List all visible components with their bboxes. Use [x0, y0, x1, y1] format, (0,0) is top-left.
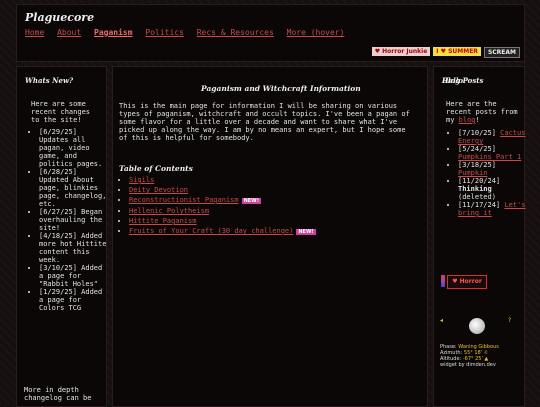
moon-widget: ◂ ? Phase: Waning Gibbous Azimuth: 55° 1…	[440, 316, 515, 376]
toc-link-hellenic[interactable]: Hellenic Polytheism	[129, 207, 209, 215]
toc-item: Deity Devotion	[129, 185, 316, 195]
toc-link-sigils[interactable]: Sigils	[129, 176, 154, 184]
post-date: [5/24/25]	[458, 145, 496, 153]
hello-title: Hello!	[442, 76, 467, 85]
horror-junkie-badge: ♥ Horror Junkie	[371, 47, 431, 56]
site-header: Plaguecore Home About Paganism Politics …	[16, 4, 525, 62]
blog-post-list: [7/10/25] Cactus Energy [5/24/25] Pumpki…	[448, 129, 528, 217]
toc-item: Fruits of Your Craft (30 day challenge)N…	[129, 226, 316, 237]
whats-new-title: Whats New?	[25, 76, 74, 85]
stamp-badges: ♥ Horror Junkie I ♥ SUMMER SCREAM	[371, 47, 520, 58]
post-date: [7/10/25]	[458, 129, 496, 137]
post-note: (deleted)	[458, 193, 496, 201]
post-date: [3/18/25]	[458, 161, 496, 169]
changelog-more-text: More in depth changelog can be	[24, 386, 92, 402]
nav-home[interactable]: Home	[25, 28, 44, 37]
nav-more[interactable]: More (hover)	[287, 28, 345, 37]
site-title: Plaguecore	[25, 11, 95, 24]
toc-title: Table of Contents	[119, 164, 193, 173]
nav-about[interactable]: About	[57, 28, 81, 37]
toc-link-hittite[interactable]: Hittite Paganism	[129, 217, 196, 225]
moon-help-icon[interactable]: ?	[508, 317, 511, 324]
toc-list: Sigils Deity Devotion Reconstructionist …	[119, 175, 316, 237]
list-item: [4/18/25] Added more hot Hittite content…	[39, 232, 107, 264]
new-badge: NEW!	[296, 229, 316, 235]
toc-item: Sigils	[129, 175, 316, 185]
moon-credit: widget by dimden.dev	[440, 362, 496, 368]
scream-badge: SCREAM	[483, 47, 520, 58]
main-content-panel: Paganism and Witchcraft Information This…	[112, 66, 428, 407]
list-item: [6/29/25] Updates all pagan, video game,…	[39, 128, 107, 168]
list-item: [11/17/24] Let's bring it	[458, 201, 528, 217]
list-item: [6/28/25] Updated About page, blinkies p…	[39, 168, 107, 208]
list-item: [3/10/25] Added a page for "Rabbit Holes…	[39, 264, 107, 288]
moon-info: Phase: Waning Gibbous Azimuth: 55° 18' ♌…	[440, 344, 499, 368]
page-title: Paganism and Witchcraft Information	[201, 84, 361, 93]
toc-link-fruits-of-craft[interactable]: Fruits of Your Craft (30 day challenge)	[129, 227, 293, 235]
summer-badge: I ♥ SUMMER	[433, 47, 481, 56]
list-item: [11/20/24] Thinking (deleted)	[458, 177, 528, 201]
intro-paragraph: This is the main page for information I …	[119, 102, 410, 142]
nav-paganism[interactable]: Paganism	[94, 28, 133, 37]
new-badge: NEW!	[241, 198, 261, 204]
toc-link-deity-devotion[interactable]: Deity Devotion	[129, 186, 188, 194]
post-date: [11/17/24]	[458, 201, 501, 209]
whats-new-intro: Here are some recent changes to the site…	[31, 100, 91, 124]
toc-link-reconstructionist[interactable]: Reconstructionist Paganism	[129, 196, 239, 204]
list-item: [7/10/25] Cactus Energy	[458, 129, 528, 145]
changelog-list: [6/29/25] Updates all pagan, video game,…	[28, 128, 107, 312]
list-item: [3/18/25] Pumpkin	[458, 161, 528, 177]
blog-intro: Here are the recent posts from my blog!	[446, 100, 518, 124]
list-item: [6/27/25] Began overhauling the site!	[39, 208, 107, 232]
post-link[interactable]: Pumpkins Part 1	[458, 153, 521, 161]
post-date: [11/20/24]	[458, 177, 501, 185]
list-item: [5/24/25] Pumpkins Part 1	[458, 145, 528, 161]
nav-politics[interactable]: Politics	[145, 28, 184, 37]
toc-item: Hittite Paganism	[129, 216, 316, 226]
list-item: [1/29/25] Added a page for Colors TCG	[39, 288, 107, 312]
main-nav: Home About Paganism Politics Recs & Reso…	[25, 28, 352, 37]
horror-badge: ♥ Horror	[447, 275, 487, 289]
moon-icon	[469, 318, 485, 334]
nav-recs-resources[interactable]: Recs & Resources	[197, 28, 274, 37]
blog-intro-text: Here are the recent posts from my	[446, 100, 518, 124]
blog-intro-end: !	[475, 116, 480, 124]
moon-prev-icon[interactable]: ◂	[440, 317, 443, 324]
blog-link[interactable]: blog	[459, 116, 476, 124]
post-link[interactable]: Pumpkin	[458, 169, 488, 177]
rainbow-stamp	[441, 275, 445, 287]
post-title: Thinking	[458, 185, 492, 193]
toc-item: Reconstructionist PaganismNEW!	[129, 195, 316, 206]
toc-item: Hellenic Polytheism	[129, 206, 316, 216]
